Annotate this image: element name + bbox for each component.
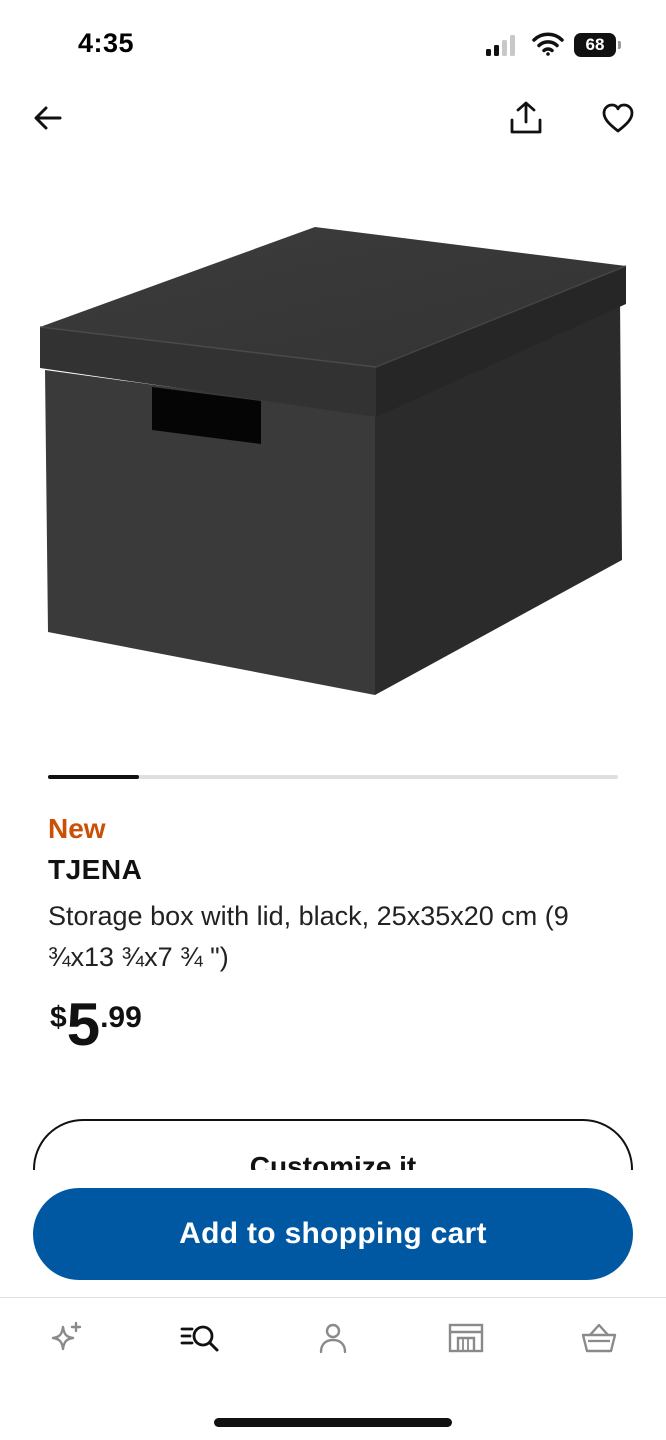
tab-stores[interactable] [436, 1316, 496, 1360]
back-button[interactable] [26, 96, 70, 140]
product-image[interactable] [20, 200, 646, 720]
share-button[interactable] [504, 96, 548, 140]
back-arrow-icon [34, 106, 62, 130]
tab-profile[interactable] [303, 1316, 363, 1360]
battery-level: 68 [574, 33, 616, 57]
battery-icon: 68 [574, 33, 622, 57]
price-integer: 5 [66, 991, 101, 1058]
price-decimal: .99 [100, 1001, 142, 1034]
heart-icon [602, 103, 634, 133]
carousel-progress-fill [48, 775, 140, 779]
product-price: $5.99 [50, 995, 142, 1055]
search-list-icon [180, 1325, 219, 1352]
tab-search[interactable] [170, 1316, 230, 1360]
add-to-cart-button[interactable]: Add to shopping cart [33, 1188, 633, 1280]
store-icon [448, 1323, 484, 1353]
product-name: TJENA [48, 854, 143, 885]
image-carousel-progress [48, 775, 618, 779]
product-description: Storage box with lid, black, 25x35x20 cm… [48, 901, 569, 972]
sparkle-icon [51, 1321, 82, 1351]
favorite-button[interactable] [596, 96, 640, 140]
signal-icon [486, 35, 515, 56]
status-time: 4:35 [78, 28, 135, 58]
basket-icon [581, 1323, 617, 1353]
tab-basket[interactable] [569, 1316, 629, 1360]
profile-icon [319, 1323, 347, 1354]
wifi-icon [532, 32, 564, 56]
home-indicator[interactable] [214, 1418, 452, 1427]
status-bar: 4:35 68 [0, 0, 666, 90]
share-icon [510, 101, 542, 134]
tab-inspiration[interactable] [36, 1316, 96, 1360]
new-badge: New [48, 813, 106, 844]
price-currency: $ [50, 1001, 67, 1034]
